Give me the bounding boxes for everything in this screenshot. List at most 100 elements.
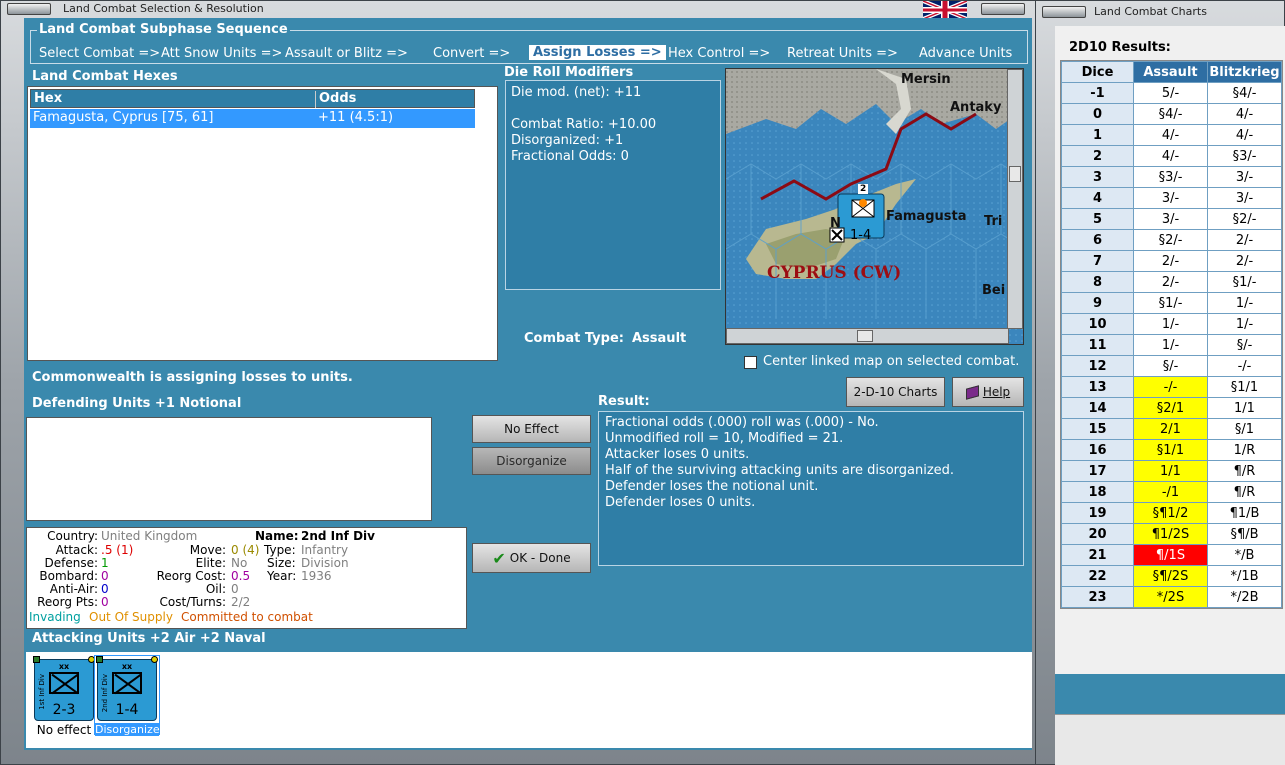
reorg-cost-value: 0.5: [231, 569, 251, 583]
map-unit-strength: 1-4: [850, 228, 872, 243]
unit-info: Country: United Kingdom Name: 2nd Inf Di…: [26, 527, 467, 629]
cell-dice: 9: [1061, 292, 1134, 314]
step-advance[interactable]: Advance Units: [919, 46, 1012, 61]
step-hex-control[interactable]: Hex Control =>: [668, 46, 770, 61]
cell-dice: 3: [1061, 166, 1134, 188]
chart-row: 20 ¶1/2S §¶/B: [1061, 523, 1282, 545]
charts-button[interactable]: 2-D-10 Charts: [846, 377, 945, 407]
elite-label: Elite:: [195, 556, 226, 570]
status-out-of-supply: Out Of Supply: [89, 610, 173, 624]
hex-row-name: Famagusta, Cyprus [75, 61]: [33, 110, 214, 125]
window-control-icon[interactable]: [7, 3, 51, 15]
unit-caption: Disorganized: [95, 723, 167, 736]
step-att-snow[interactable]: Att Snow Units =>: [161, 46, 282, 61]
move-value: 0 (4): [231, 543, 260, 557]
step-convert[interactable]: Convert =>: [433, 46, 510, 61]
result-line-4: Half of the surviving attacking units ar…: [605, 463, 955, 478]
cell-blitz: 4/-: [1207, 103, 1282, 125]
window-close-icon[interactable]: [981, 3, 1025, 15]
map-vscroll[interactable]: [1007, 69, 1023, 329]
result-line-6: Defender loses 0 units.: [605, 495, 756, 510]
cell-assault: 3/-: [1133, 187, 1208, 209]
cell-dice: 19: [1061, 502, 1134, 524]
status-invading: Invading: [29, 610, 81, 624]
chart-row: 19 §¶1/2 ¶1/B: [1061, 502, 1282, 524]
division-size-icon: xx: [121, 662, 133, 671]
disorganize-button[interactable]: Disorganize: [472, 447, 591, 475]
step-assign-losses[interactable]: Assign Losses =>: [529, 45, 666, 60]
step-assault-blitz[interactable]: Assault or Blitz =>: [285, 46, 408, 61]
cell-blitz: §2/-: [1207, 208, 1282, 230]
chart-row: 17 1/1 ¶/R: [1061, 460, 1282, 482]
map-label-bei: Bei: [982, 283, 1006, 298]
hexes-title: Land Combat Hexes: [32, 69, 178, 84]
center-linked-label[interactable]: Center linked map on selected combat.: [763, 354, 1019, 369]
vscroll-thumb[interactable]: [1009, 166, 1021, 182]
map-hscroll[interactable]: [726, 328, 1009, 344]
combat-type-value: Assault: [632, 331, 687, 346]
help-button[interactable]: Help: [952, 377, 1024, 407]
hexes-list[interactable]: Hex Odds Famagusta, Cyprus [75, 61] +11 …: [27, 86, 498, 361]
elite-value: No: [231, 556, 248, 570]
attacking-unit-2[interactable]: xx 2nd Inf Div 1-4 Disorganized: [94, 655, 167, 736]
ok-done-button[interactable]: ✔ OK - Done: [472, 543, 591, 573]
attacking-list[interactable]: xx 1st Inf Div 2-3 No effect xx 2nd Inf …: [26, 652, 1032, 748]
cell-blitz: §¶/B: [1207, 523, 1282, 545]
cell-assault: §2/-: [1133, 229, 1208, 251]
oil-value: 0: [231, 582, 239, 596]
attacking-title: Attacking Units +2 Air +2 Naval: [32, 631, 266, 646]
move-label: Move:: [189, 543, 226, 557]
result-line-5: Defender loses the notional unit.: [605, 479, 819, 494]
cell-assault: */2S: [1133, 586, 1208, 608]
country-label: Country:: [47, 529, 98, 543]
result-line-2: Unmodified roll = 10, Modified = 21.: [605, 431, 844, 446]
charts-footer: [1055, 674, 1285, 714]
cell-dice: 13: [1061, 376, 1134, 398]
size-value: Division: [301, 556, 349, 570]
result-line-1: Fractional odds (.000) roll was (.000) -…: [605, 415, 879, 430]
cell-dice: 8: [1061, 271, 1134, 293]
cell-assault: §/-: [1133, 355, 1208, 377]
hex-row[interactable]: Famagusta, Cyprus [75, 61] +11 (4.5:1): [30, 109, 475, 128]
cell-dice: -1: [1061, 82, 1134, 104]
unit-strength: 2-3: [52, 702, 76, 718]
charts-titlebar[interactable]: Land Combat Charts: [1036, 4, 1284, 22]
help-label: Help: [982, 385, 1011, 399]
cell-assault: 2/-: [1133, 250, 1208, 272]
type-label: Type:: [264, 543, 296, 557]
cell-dice: 5: [1061, 208, 1134, 230]
cell-assault: §1/-: [1133, 292, 1208, 314]
charts-label: 2-D-10 Charts: [853, 385, 938, 399]
main-titlebar[interactable]: Land Combat Selection & Resolution: [1, 1, 1054, 19]
unit-counter: xx 2nd Inf Div 1-4: [96, 656, 158, 721]
defense-value: 1: [101, 556, 109, 570]
cell-assault: 2/-: [1133, 271, 1208, 293]
cell-assault: 1/-: [1133, 313, 1208, 335]
year-value: 1936: [301, 569, 332, 583]
division-size-icon: xx: [58, 662, 70, 671]
cell-blitz: §3/-: [1207, 145, 1282, 167]
chart-row: 22 §¶/2S */1B: [1061, 565, 1282, 587]
cell-assault: 2/1: [1133, 418, 1208, 440]
attacking-unit-1[interactable]: xx 1st Inf Div 2-3 No effect: [32, 655, 96, 737]
chart-table-wrap: Dice Assault Blitzkrieg -1 5/- §4/- 0 §4/- 4/…: [1060, 60, 1283, 609]
no-effect-button[interactable]: No Effect: [472, 415, 591, 443]
center-linked-checkbox[interactable]: [744, 356, 757, 369]
chart-row: 15 2/1 §/1: [1061, 418, 1282, 440]
linked-map[interactable]: Mersin Antaky Famagusta N Tri Bei CYPRUS…: [725, 68, 1024, 345]
step-retreat[interactable]: Retreat Units =>: [787, 46, 898, 61]
charts-control-icon[interactable]: [1042, 6, 1086, 18]
cell-assault: 4/-: [1133, 124, 1208, 146]
step-select-combat[interactable]: Select Combat =>: [39, 46, 160, 61]
cell-blitz: 3/-: [1207, 166, 1282, 188]
cell-assault: -/-: [1133, 376, 1208, 398]
infantry-icon: [112, 672, 142, 694]
uk-flag-icon: [923, 1, 967, 19]
cost-turns-value: 2/2: [231, 595, 251, 609]
col-hex[interactable]: Hex: [34, 91, 62, 106]
cell-blitz: 4/-: [1207, 124, 1282, 146]
col-odds[interactable]: Odds: [315, 91, 356, 108]
unit-strength: 1-4: [115, 702, 139, 718]
defending-list[interactable]: [26, 417, 432, 521]
hscroll-thumb[interactable]: [857, 330, 873, 342]
